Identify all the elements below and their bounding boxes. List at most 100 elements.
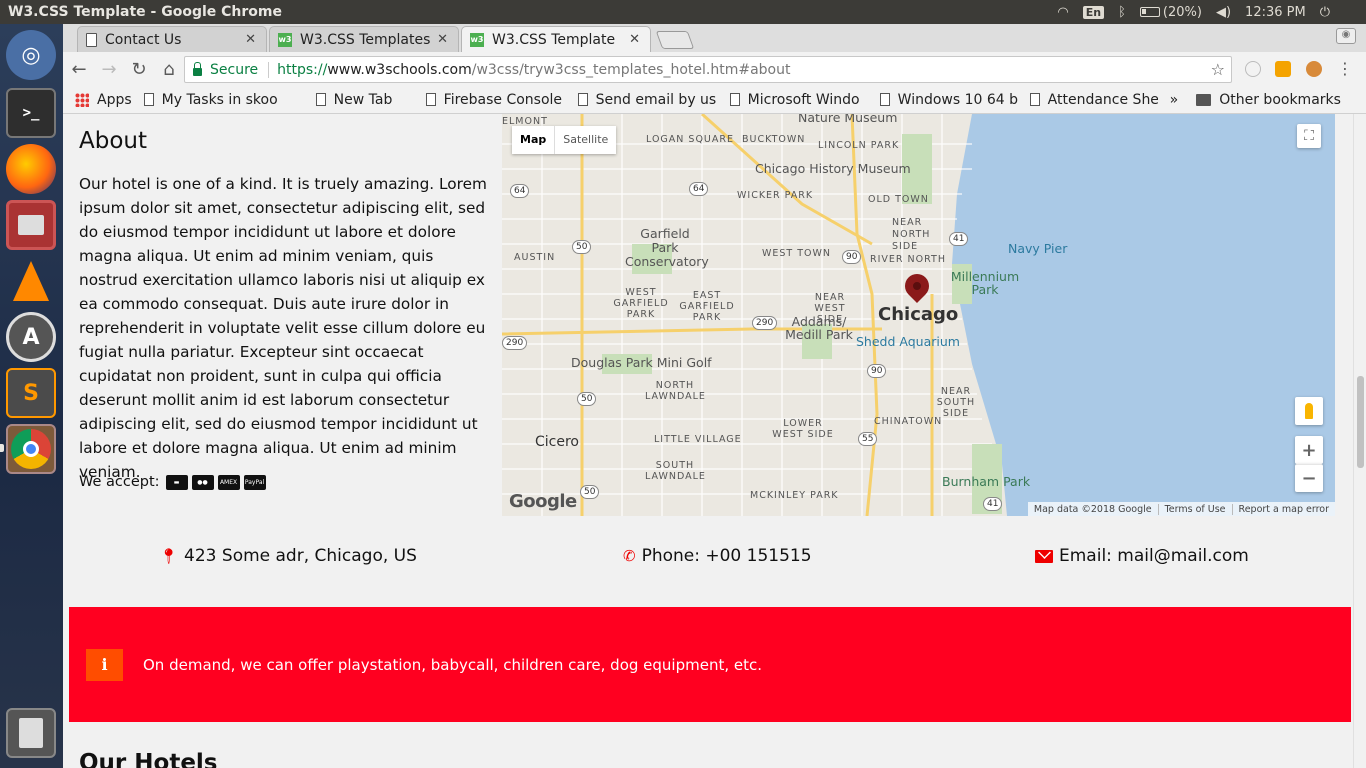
- address-bar[interactable]: Secure https://www.w3schools.com/w3css/t…: [184, 56, 1232, 83]
- bookmark-label: Microsoft Windo: [747, 91, 860, 108]
- files-icon[interactable]: [6, 200, 56, 250]
- reload-icon[interactable]: ↻: [125, 55, 153, 83]
- secure-label: Secure: [210, 61, 270, 78]
- map-type-satellite-button[interactable]: Satellite: [554, 126, 616, 154]
- clock[interactable]: 12:36 PM: [1245, 5, 1306, 20]
- unity-launcher: ◎ >_ A S: [0, 24, 63, 768]
- mastercard-icon: ●●: [191, 474, 214, 490]
- highway-shield: 50: [572, 240, 592, 254]
- map-label: Cicero: [535, 434, 579, 450]
- vlc-icon[interactable]: [6, 256, 56, 306]
- document-icon: [577, 93, 588, 106]
- close-icon[interactable]: ✕: [629, 32, 640, 47]
- close-icon[interactable]: ✕: [437, 32, 448, 47]
- w3-icon: w3: [278, 32, 292, 47]
- url-host: www.w3schools.com: [327, 61, 472, 78]
- sublime-text-icon[interactable]: S: [6, 368, 56, 418]
- power-icon[interactable]: ⏻: [1320, 5, 1330, 20]
- wifi-icon[interactable]: ◠: [1057, 5, 1068, 20]
- highway-shield: 290: [502, 336, 528, 350]
- chrome-icon[interactable]: [6, 424, 56, 474]
- bookmarks-overflow-button[interactable]: »: [1170, 92, 1179, 108]
- document-icon: [1029, 93, 1040, 106]
- address-item: 📍︎ 423 Some adr, Chicago, US: [159, 546, 417, 566]
- bookmark-label: New Tab: [333, 91, 393, 108]
- bookmark-label: Apps: [97, 91, 132, 108]
- extension-icon[interactable]: [1275, 61, 1291, 77]
- new-tab-button[interactable]: [655, 31, 695, 49]
- bookmark-label: Send email by us: [595, 91, 717, 108]
- cookie-extension-icon[interactable]: [1306, 61, 1322, 77]
- map-label: LOGAN SQUARE: [646, 134, 734, 145]
- bookmark-item[interactable]: Attendance Shee: [1029, 91, 1158, 108]
- bookmark-star-icon[interactable]: ☆: [1211, 60, 1225, 79]
- map-label: Nature Museum: [798, 114, 898, 125]
- map-label: AUSTIN: [514, 252, 556, 263]
- google-logo[interactable]: Google: [509, 491, 577, 512]
- map-label: CHINATOWN: [874, 416, 943, 427]
- software-updater-icon[interactable]: A: [6, 312, 56, 362]
- home-icon[interactable]: ⌂: [155, 55, 183, 83]
- tab-label: W3.CSS Templates: [300, 31, 431, 48]
- info-icon: i: [86, 648, 123, 681]
- payment-methods: We accept: ▬ ●● AMEX PayPal: [79, 474, 266, 490]
- bookmark-label: Attendance Shee: [1047, 91, 1158, 108]
- highway-shield: 50: [577, 392, 597, 406]
- bookmark-item[interactable]: Send email by us: [577, 91, 718, 108]
- highway-shield: 64: [689, 182, 709, 196]
- tab-w3css-templates[interactable]: w3 W3.CSS Templates ✕: [269, 26, 459, 52]
- map-label: LINCOLN PARK: [818, 140, 900, 151]
- notice-text: On demand, we can offer playstation, bab…: [143, 655, 763, 674]
- firefox-icon[interactable]: [6, 144, 56, 194]
- url-path: /w3css/tryw3css_templates_hotel.htm#abou…: [471, 61, 791, 78]
- contact-info: 📍︎ 423 Some adr, Chicago, US ✆ Phone: +00 …: [63, 546, 1353, 574]
- bluetooth-icon[interactable]: ᛒ: [1118, 5, 1126, 20]
- map-label: ELMONT: [502, 116, 548, 127]
- back-icon[interactable]: ←: [65, 55, 93, 83]
- highway-shield: 290: [752, 316, 778, 330]
- map-city-label: Chicago: [878, 304, 959, 325]
- ubuntu-icon[interactable]: ◎: [6, 30, 56, 80]
- map-type-control: Map Satellite: [512, 126, 617, 154]
- close-icon[interactable]: ✕: [245, 32, 256, 47]
- battery-indicator[interactable]: (20%): [1139, 5, 1202, 20]
- address-text: 423 Some adr, Chicago, US: [184, 546, 417, 566]
- map-label: Navy Pier: [1008, 241, 1068, 256]
- page-scrollbar[interactable]: [1353, 114, 1366, 768]
- profile-icon[interactable]: ◉: [1336, 28, 1356, 44]
- bookmark-item[interactable]: Firebase Console: [425, 92, 566, 108]
- tab-w3css-template[interactable]: w3 W3.CSS Template ✕: [461, 26, 651, 52]
- credit-card-icon: ▬: [165, 474, 188, 490]
- street-view-pegman-icon[interactable]: [1295, 397, 1323, 425]
- menu-icon[interactable]: ⋮: [1337, 61, 1353, 77]
- tab-contact-us[interactable]: Contact Us ✕: [77, 26, 267, 52]
- bookmark-apps[interactable]: Apps: [75, 92, 132, 108]
- keyboard-layout[interactable]: En: [1082, 5, 1105, 19]
- volume-icon[interactable]: ◀): [1216, 5, 1231, 20]
- zoom-in-button[interactable]: +: [1295, 436, 1323, 464]
- envelope-icon: [1035, 549, 1053, 563]
- zoom-out-button[interactable]: −: [1295, 464, 1323, 492]
- other-bookmarks[interactable]: Other bookmarks: [1196, 92, 1341, 108]
- report-map-error-link[interactable]: Report a map error: [1231, 503, 1335, 515]
- bookmark-item[interactable]: Windows 10 64 b: [879, 92, 1018, 108]
- bookmark-item[interactable]: My Tasks in skoo: [143, 92, 304, 108]
- scrollbar-thumb[interactable]: [1357, 376, 1364, 468]
- bookmark-item[interactable]: Microsoft Windo: [729, 91, 868, 108]
- bookmark-item[interactable]: New Tab: [315, 91, 414, 108]
- os-top-panel: W3.CSS Template - Google Chrome ◠ En ᛒ (…: [0, 0, 1366, 24]
- terminal-icon[interactable]: >_: [6, 88, 56, 138]
- extension-icon[interactable]: [1245, 61, 1261, 77]
- map-type-map-button[interactable]: Map: [512, 126, 554, 154]
- trash-icon[interactable]: [6, 708, 56, 758]
- lock-icon: [193, 61, 202, 76]
- terms-of-use-link[interactable]: Terms of Use: [1157, 503, 1232, 515]
- highway-shield: 64: [510, 184, 530, 198]
- fullscreen-icon[interactable]: ⛶: [1297, 124, 1321, 148]
- highway-shield: 41: [949, 232, 969, 246]
- document-icon: [879, 93, 890, 106]
- paypal-icon: PayPal: [243, 474, 266, 490]
- forward-icon[interactable]: →: [95, 55, 123, 83]
- accept-label: We accept:: [79, 474, 160, 490]
- google-map[interactable]: Map Satellite ⛶ + − ELMONT Nature Museum…: [502, 114, 1335, 516]
